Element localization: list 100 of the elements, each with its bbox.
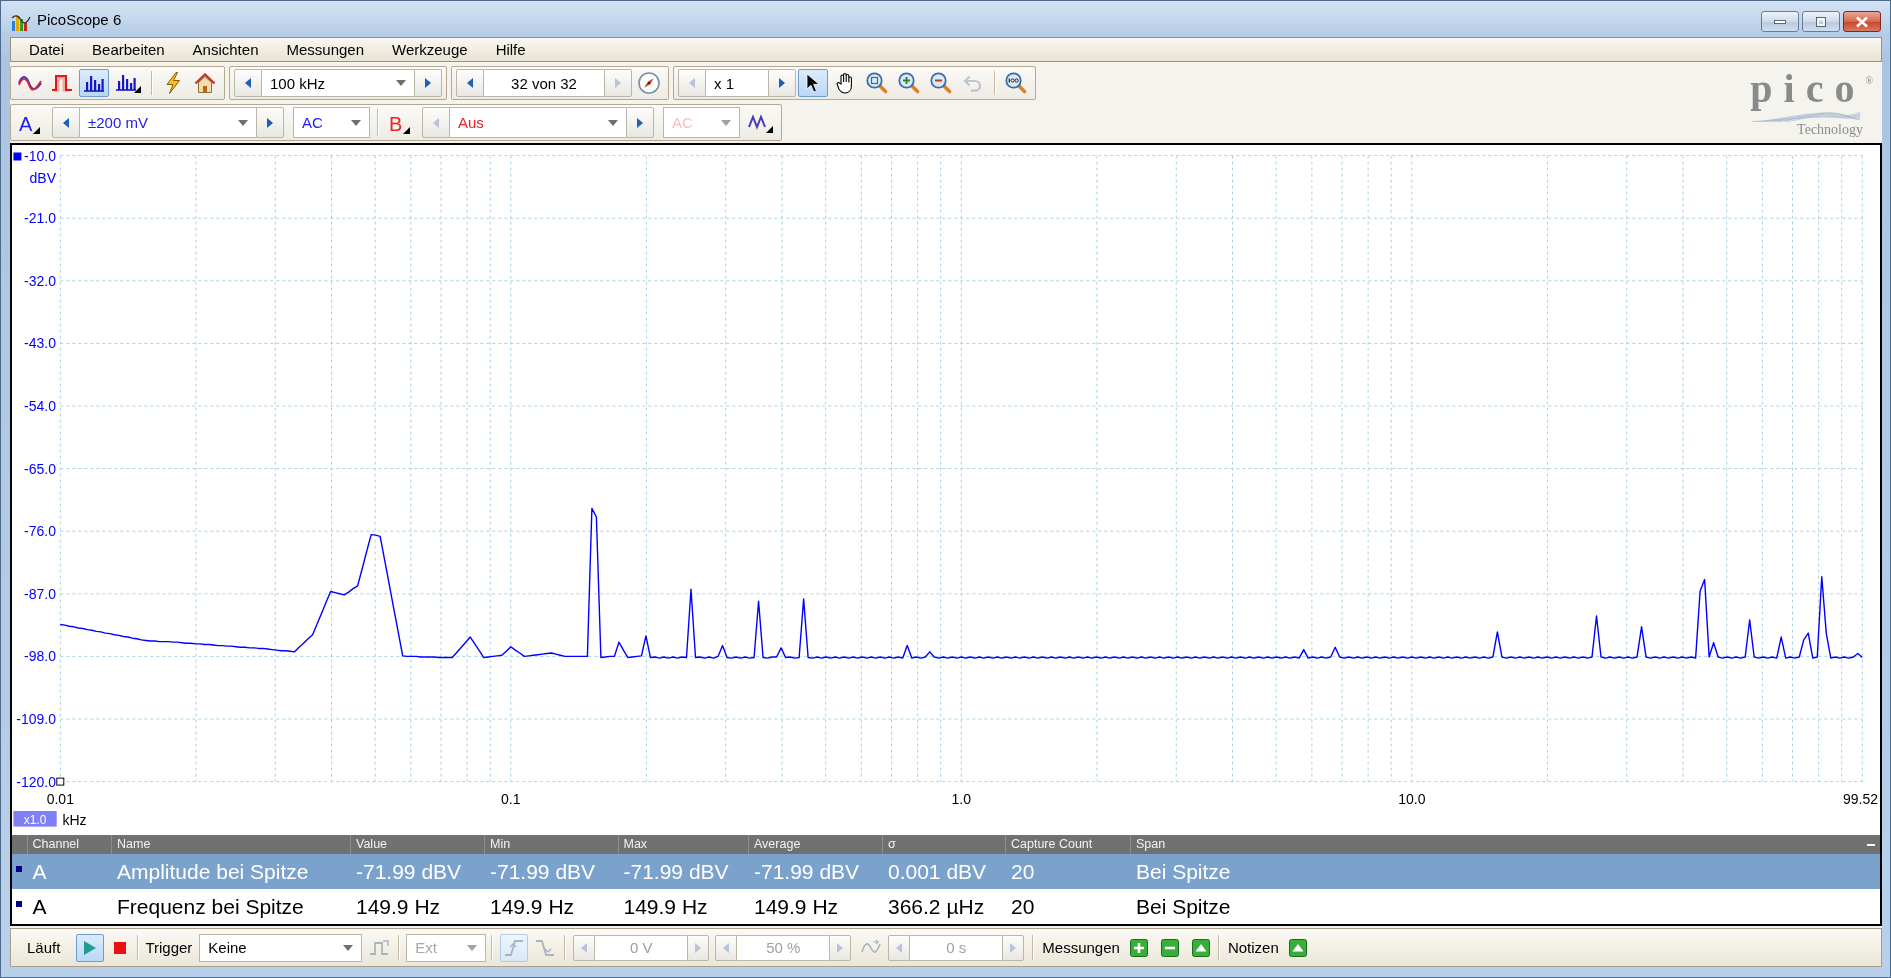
table-cell-text: Frequenz bei Spitze xyxy=(116,894,305,920)
channel-button[interactable]: A xyxy=(15,107,49,138)
home-icon xyxy=(194,73,216,93)
x-tick-label: 0.01 xyxy=(46,790,74,807)
right-triangle-icon xyxy=(779,78,785,88)
status-label: Trigger xyxy=(145,939,193,956)
buffer-field[interactable]: 32 von 32 xyxy=(484,69,604,97)
left-triangle-icon xyxy=(581,942,588,953)
y-tick-label: -87.0 xyxy=(24,585,56,602)
falling-edge-icon xyxy=(535,938,556,957)
channel-marker-icon xyxy=(16,865,23,872)
table-cell-text: 0.001 dBV xyxy=(887,859,988,885)
app-icon xyxy=(11,13,31,31)
tool-button[interactable] xyxy=(798,69,828,97)
waveform-icon xyxy=(18,75,42,91)
channel-marker-icon xyxy=(16,900,23,907)
menu-item[interactable]: Bearbeiten xyxy=(78,39,179,60)
menu-item[interactable]: Werkzeuge xyxy=(378,39,482,60)
caret-icon xyxy=(396,80,406,86)
rising-edge-icon xyxy=(504,938,525,957)
zoom-reset-icon xyxy=(1005,72,1027,94)
maximize-button[interactable] xyxy=(1802,11,1840,32)
channel-marker-icon xyxy=(13,152,22,161)
table-cell-text: Bei Spitze xyxy=(1135,859,1232,885)
scale-badge: x1.0 xyxy=(13,811,57,827)
minimize-button[interactable] xyxy=(1761,11,1799,32)
table-cell-text: -71.99 dBV xyxy=(489,859,597,885)
left-triangle-icon xyxy=(689,78,695,88)
zoom-field[interactable]: x 1 xyxy=(706,69,768,97)
table-cell-text: Bei Spitze xyxy=(1135,894,1232,920)
window-title: PicoScope 6 xyxy=(37,10,122,30)
table-cell-text: 149.9 Hz xyxy=(489,894,576,920)
left-triangle-icon xyxy=(896,942,903,953)
y-tick-label: -43.0 xyxy=(24,335,56,352)
left-triangle-icon xyxy=(63,117,69,128)
menu-item[interactable]: Messungen xyxy=(272,39,379,60)
close-button[interactable] xyxy=(1843,11,1881,32)
x-axis-unit: kHz xyxy=(62,812,87,828)
next-button[interactable] xyxy=(414,69,442,97)
table-cell-text: A xyxy=(31,894,48,920)
lightning-icon xyxy=(165,72,181,94)
table-cell-text: -71.99 dBV xyxy=(622,859,730,885)
y-tick-label: -54.0 xyxy=(24,398,56,414)
left-triangle-icon xyxy=(433,117,439,128)
table-cell-text: 366.2 µHz xyxy=(887,894,986,920)
y-tick-label: -76.0 xyxy=(24,523,56,540)
logo-wordmark: pico$^{®}$ xyxy=(1750,66,1873,112)
stop-icon xyxy=(114,941,127,954)
step-wave-icon xyxy=(369,939,390,956)
y-axis-unit: dBV xyxy=(29,170,56,186)
next-button[interactable] xyxy=(626,107,654,138)
trigger-dropdown[interactable]: Keine xyxy=(199,933,363,962)
table-cell-text: 20 xyxy=(1010,859,1036,885)
channel-button[interactable]: B xyxy=(385,107,419,138)
timebase-dropdown[interactable]: 100 kHz xyxy=(262,69,414,97)
x-tick-label: 0.1 xyxy=(501,790,521,807)
caret-icon xyxy=(721,119,731,126)
x-tick-label: 99.52 xyxy=(1842,790,1878,807)
caret-icon xyxy=(343,944,354,951)
start-button[interactable] xyxy=(76,933,105,962)
caret-icon xyxy=(467,944,478,951)
minimize-icon xyxy=(1774,19,1786,24)
corner-triangle-icon xyxy=(403,127,411,134)
menu-item[interactable]: Ansichten xyxy=(178,39,273,60)
previous-button[interactable] xyxy=(52,107,80,138)
square-wave-icon xyxy=(51,74,73,92)
range-dropdown[interactable]: Aus xyxy=(450,107,626,138)
corner-triangle-icon xyxy=(33,127,41,134)
menu-item[interactable]: Datei xyxy=(15,39,79,60)
table-cell-text: Amplitude bei Spitze xyxy=(116,859,310,885)
zoom-out-icon xyxy=(930,72,952,94)
bar-chart-icon xyxy=(83,74,105,92)
collapse-icon xyxy=(1867,843,1875,846)
table-cell-text: 20 xyxy=(1010,894,1036,920)
right-triangle-icon xyxy=(267,117,273,128)
compass-icon xyxy=(638,72,660,94)
right-triangle-icon xyxy=(425,78,431,88)
plus-icon xyxy=(1129,938,1148,957)
previous-button[interactable] xyxy=(234,69,262,97)
left-triangle-icon xyxy=(245,78,251,88)
zoom-in-icon xyxy=(898,72,920,94)
y-tick-label: -120.0 xyxy=(16,773,56,790)
x-tick-label: 10.0 xyxy=(1398,790,1426,807)
next-button[interactable] xyxy=(768,69,796,97)
menu-item[interactable]: Hilfe xyxy=(481,39,540,60)
table-cell-text: 149.9 Hz xyxy=(355,894,442,920)
magnifier-icon xyxy=(866,72,888,94)
coupling-dropdown[interactable]: AC xyxy=(293,107,370,138)
caret-icon xyxy=(351,119,361,126)
hand-icon xyxy=(835,72,855,94)
status-label: Läuft xyxy=(27,939,61,956)
status-label: Notizen xyxy=(1227,939,1279,956)
range-dropdown[interactable]: ±200 mV xyxy=(80,107,256,138)
right-triangle-icon xyxy=(615,78,621,88)
y-tick-label: -10.0 xyxy=(24,147,56,164)
next-button[interactable] xyxy=(256,107,284,138)
maximize-icon xyxy=(1816,16,1826,27)
previous-button[interactable] xyxy=(456,69,484,97)
view-mode-button[interactable] xyxy=(79,69,109,97)
right-triangle-icon xyxy=(637,117,643,128)
